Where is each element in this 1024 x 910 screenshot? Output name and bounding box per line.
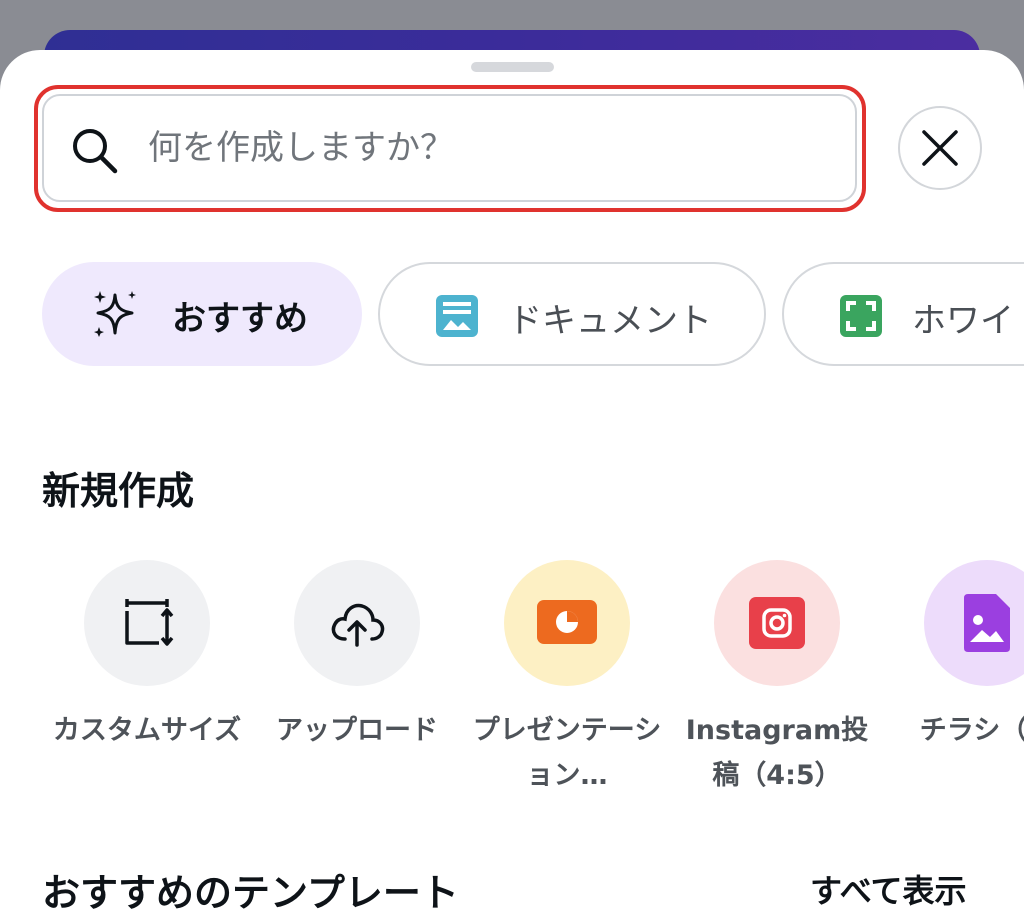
search-icon [73, 129, 118, 174]
see-all-link[interactable]: すべて表示 [810, 866, 966, 910]
category-chips: おすすめ ドキュメント ホワイト [42, 262, 1024, 368]
custom-size-icon [125, 599, 174, 646]
create-item-circle [294, 560, 420, 686]
create-item-label: カスタムサイズ [52, 715, 242, 746]
create-sheet: おすすめ ドキュメント ホワイト 新規作成 [0, 50, 1024, 910]
sparkles-icon [94, 291, 136, 337]
flyer-icon [964, 594, 1010, 652]
close-icon [922, 130, 958, 166]
chip-recommended[interactable]: おすすめ [42, 262, 362, 366]
chip-label: ドキュメント [508, 301, 712, 341]
create-item-circle [924, 560, 1024, 686]
upload-cloud-icon [331, 603, 385, 647]
chip-document[interactable]: ドキュメント [378, 262, 766, 366]
document-icon [436, 295, 478, 337]
section-title-templates: おすすめのテンプレート [42, 871, 459, 910]
whiteboard-icon [840, 295, 882, 337]
instagram-icon [749, 597, 805, 649]
create-item-circle [504, 560, 630, 686]
presentation-icon [537, 600, 597, 644]
create-item-circle [714, 560, 840, 686]
chip-label: おすすめ [172, 299, 308, 339]
chip-label: ホワイト [912, 301, 1024, 341]
section-title-create: 新規作成 [42, 469, 195, 513]
chip-whiteboard[interactable]: ホワイト [782, 262, 1024, 366]
create-item-circle [84, 560, 210, 686]
sheet-grabber[interactable] [471, 62, 554, 72]
search-input[interactable] [148, 120, 828, 176]
create-item-label: Instagram投稿（4:5） [685, 715, 869, 791]
search-box[interactable] [42, 94, 857, 202]
close-button[interactable] [898, 106, 982, 190]
create-item-label: アップロード [276, 715, 438, 746]
create-item-label: チラシ（縦 [919, 715, 1024, 746]
create-item-label: プレゼンテーション… [472, 715, 662, 791]
